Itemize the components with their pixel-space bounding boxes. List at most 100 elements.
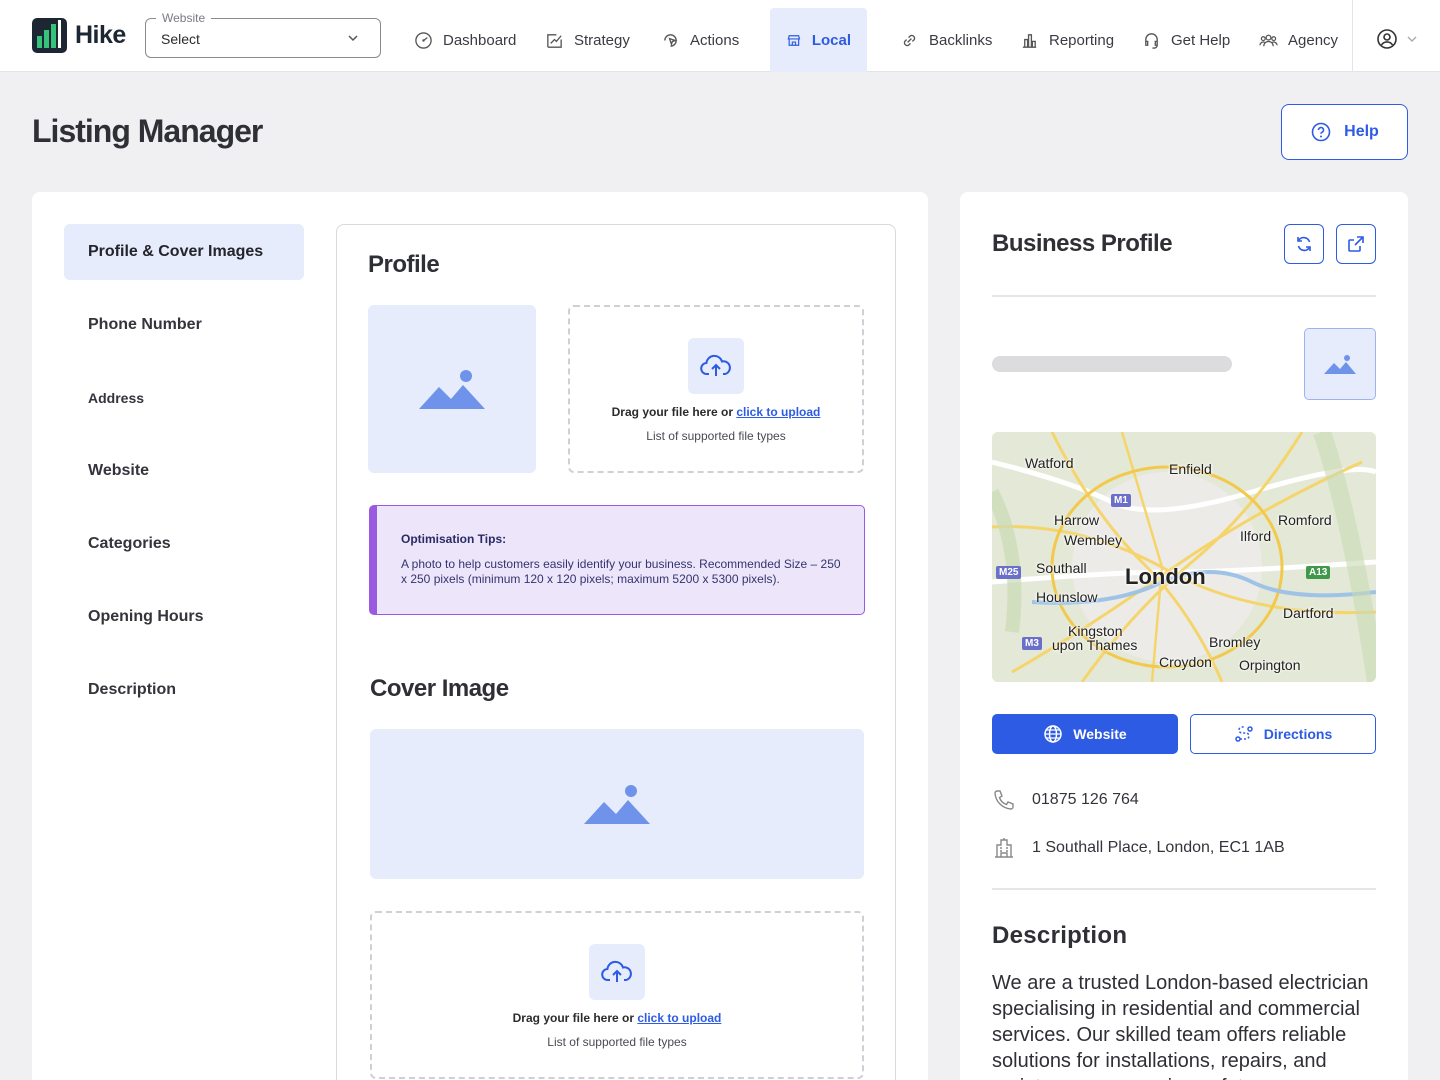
- map-label: upon Thames: [1052, 637, 1138, 653]
- help-button-label: Help: [1344, 123, 1379, 140]
- address-row: 1 Southall Place, London, EC1 1AB: [992, 836, 1285, 860]
- map-label: Enfield: [1169, 461, 1212, 477]
- upload-button[interactable]: [688, 338, 744, 394]
- upload-prompt: Drag your file here or click to upload: [512, 1011, 722, 1025]
- sidebar-item-address[interactable]: Address: [64, 370, 304, 426]
- map-label-city: London: [1125, 564, 1206, 589]
- map-label: Romford: [1278, 512, 1332, 528]
- open-external-button[interactable]: [1336, 224, 1376, 264]
- click-to-upload-link[interactable]: click to upload: [637, 1011, 721, 1025]
- road-shield: A13: [1306, 566, 1331, 579]
- question-circle-icon: [1311, 122, 1331, 142]
- website-select-value: Select: [161, 31, 200, 47]
- tips-title: Optimisation Tips:: [401, 532, 507, 546]
- nav-actions[interactable]: Actions: [645, 8, 755, 72]
- external-link-icon: [1348, 236, 1364, 252]
- website-select-label: Website: [156, 11, 212, 25]
- tips-body: A photo to help customers easily identif…: [401, 557, 841, 586]
- map-label: Hounslow: [1036, 589, 1098, 605]
- nav-label: Strategy: [574, 31, 630, 49]
- business-address: 1 Southall Place, London, EC1 1AB: [1032, 839, 1285, 856]
- optimisation-tips-callout: Optimisation Tips: A photo to help custo…: [369, 505, 865, 615]
- website-button-label: Website: [1073, 726, 1127, 742]
- profile-thumbnail: [1304, 328, 1376, 400]
- nav-get-help[interactable]: Get Help: [1126, 8, 1246, 72]
- account-menu[interactable]: [1376, 28, 1418, 50]
- nav-label: Local: [811, 31, 851, 49]
- sidebar-item-profile-cover-images[interactable]: Profile & Cover Images: [64, 224, 304, 280]
- website-button[interactable]: Website: [992, 714, 1178, 754]
- motorway-shield: M1: [1111, 494, 1131, 507]
- logo-text: Hike: [75, 21, 126, 49]
- supported-file-types: List of supported file types: [547, 1035, 687, 1049]
- sidebar-item-categories[interactable]: Categories: [64, 516, 304, 572]
- map-label: Ilford: [1240, 528, 1272, 544]
- cloud-upload-icon: [700, 354, 731, 376]
- actions-icon: [664, 33, 678, 47]
- images-panel: Profile Drag your file here or click to …: [336, 224, 896, 1080]
- gauge-icon: [415, 31, 432, 49]
- nav-backlinks[interactable]: Backlinks: [884, 8, 1008, 72]
- nav-divider: [1352, 0, 1353, 72]
- nav-label: Backlinks: [929, 31, 993, 49]
- nav-strategy[interactable]: Strategy: [529, 8, 646, 72]
- image-placeholder-icon: [419, 370, 485, 409]
- map-label: Wembley: [1064, 532, 1123, 548]
- business-profile-card: Business Profile Watford Enfield Harrow: [960, 192, 1408, 1080]
- nav-dashboard[interactable]: Dashboard: [398, 8, 532, 72]
- directions-button[interactable]: Directions: [1190, 714, 1376, 754]
- nav-label: Actions: [690, 31, 740, 49]
- nav-label: Agency: [1288, 31, 1339, 49]
- sidebar-item-website[interactable]: Website: [64, 443, 304, 499]
- sidebar-item-opening-hours[interactable]: Opening Hours: [64, 589, 304, 645]
- strategy-icon: [547, 33, 562, 48]
- cover-upload-dropzone[interactable]: Drag your file here or click to upload L…: [370, 911, 864, 1079]
- description-text: We are a trusted London-based electricia…: [992, 972, 1369, 1080]
- map-label: Croydon: [1159, 654, 1212, 670]
- chevron-down-icon: [1407, 36, 1417, 42]
- help-button[interactable]: Help: [1281, 104, 1408, 160]
- phone-icon: [994, 790, 1014, 810]
- website-select[interactable]: Website Select: [145, 11, 381, 58]
- map-label: Harrow: [1054, 512, 1100, 528]
- building-icon: [995, 838, 1013, 858]
- supported-file-types: List of supported file types: [646, 429, 786, 443]
- hike-logo[interactable]: Hike: [32, 18, 126, 53]
- headset-icon: [1145, 32, 1158, 49]
- listing-editor-card: Profile & Cover Images Phone Number Addr…: [32, 192, 928, 1080]
- bar-chart-icon: [1022, 33, 1037, 48]
- map-label: Dartford: [1283, 605, 1334, 621]
- profile-upload-dropzone[interactable]: Drag your file here or click to upload L…: [568, 305, 864, 473]
- refresh-button[interactable]: [1284, 224, 1324, 264]
- motorway-shield: M3: [1022, 637, 1042, 650]
- globe-icon: [1044, 725, 1063, 743]
- top-navigation-bar: Hike Website Select Dashboard Strategy A…: [0, 0, 1440, 72]
- phone-number: 01875 126 764: [1032, 791, 1139, 808]
- nav-agency[interactable]: Agency: [1243, 8, 1354, 72]
- sidebar-item-description[interactable]: Description: [64, 662, 304, 718]
- nav-local[interactable]: Local: [770, 8, 867, 72]
- image-placeholder-icon: [584, 785, 650, 824]
- description-title: Description: [992, 922, 1128, 949]
- logo-mark-icon: [32, 18, 67, 53]
- sidebar-item-phone-number[interactable]: Phone Number: [64, 297, 304, 353]
- map-label: Bromley: [1209, 634, 1261, 650]
- page-title: Listing Manager: [32, 113, 263, 149]
- divider: [992, 295, 1376, 297]
- profile-section-title: Profile: [368, 251, 440, 278]
- store-icon: [787, 34, 801, 46]
- users-icon: [1259, 34, 1278, 46]
- upload-button[interactable]: [589, 944, 645, 1000]
- cover-section-title: Cover Image: [370, 675, 509, 702]
- map-label: Orpington: [1239, 657, 1301, 673]
- nav-reporting[interactable]: Reporting: [1004, 8, 1130, 72]
- map-label: Watford: [1025, 455, 1074, 471]
- location-map[interactable]: Watford Enfield Harrow Wembley Romford I…: [992, 432, 1376, 682]
- upload-prompt: Drag your file here or click to upload: [611, 405, 821, 419]
- directions-button-label: Directions: [1263, 726, 1333, 742]
- image-placeholder-icon: [1324, 355, 1356, 374]
- cover-image-placeholder: [370, 729, 864, 879]
- route-icon: [1235, 726, 1253, 742]
- link-icon: [903, 34, 916, 46]
- click-to-upload-link[interactable]: click to upload: [736, 405, 820, 419]
